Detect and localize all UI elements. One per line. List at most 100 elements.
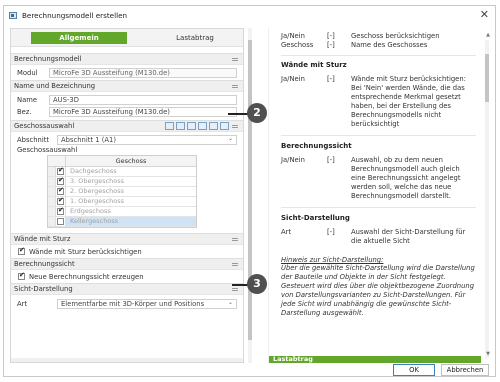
help-heading: Sicht-Darstellung (281, 214, 350, 222)
help-key: Ja/Nein (281, 75, 305, 83)
help-unit: [-] (327, 156, 335, 164)
tab-lastabtrag[interactable]: Lastabtrag (155, 32, 235, 44)
help-key: Ja/Nein (281, 156, 305, 164)
sicht-check-row[interactable]: Neue Berechnungssicht erzeugen (11, 270, 243, 283)
section-label: Berechnungssicht (14, 260, 75, 268)
help-heading: Wände mit Sturz (281, 61, 347, 69)
collapse-icon[interactable] (232, 58, 238, 61)
chevron-down-icon[interactable]: ⌄ (228, 135, 233, 142)
section-label: Sicht-Darstellung (14, 285, 73, 293)
name-label: Name (17, 95, 38, 104)
scroll-thumb[interactable] (485, 54, 489, 102)
section-sicht[interactable]: Berechnungssicht (11, 258, 243, 270)
table-row[interactable]: 1. Obergeschoss (48, 196, 196, 207)
abschnitt-label: Abschnitt (17, 135, 50, 144)
dialog-window: Berechnungsmodell erstellen ✕ Allgemein … (3, 5, 496, 377)
section-label: Geschossauswahl (14, 122, 75, 130)
check-cell (56, 166, 66, 176)
row-header-cell[interactable] (48, 187, 56, 196)
tab-allgemein[interactable]: Allgemein (31, 31, 127, 44)
collapse-icon[interactable] (232, 263, 238, 266)
chevron-down-icon[interactable]: ⌄ (228, 299, 233, 306)
table-row[interactable]: 2. Obergeschoss (48, 186, 196, 197)
row-checkbox[interactable] (57, 206, 64, 215)
check-cell (56, 176, 66, 186)
collapse-icon[interactable] (232, 288, 238, 291)
table-edit-icon[interactable] (209, 122, 218, 130)
row-header-cell[interactable] (48, 167, 56, 176)
cancel-button[interactable]: Abbrechen (441, 364, 489, 376)
row-header-cell[interactable] (48, 207, 56, 216)
row-header-cell[interactable] (48, 217, 56, 226)
table-row[interactable]: 3. Obergeschoss (48, 176, 196, 187)
sicht-checkbox[interactable] (18, 271, 25, 280)
bar-label: Lastabtrag (273, 355, 313, 363)
hint-title: Hinweis zur Sicht-Darstellung: (281, 256, 384, 264)
select-all-icon[interactable] (165, 122, 174, 130)
divider (281, 55, 476, 56)
collapse-icon[interactable] (232, 85, 238, 88)
check-cell (56, 196, 66, 206)
row-checkbox[interactable] (57, 186, 64, 195)
help-desc: Wände mit Sturz berücksichtigen: Bei 'Ne… (351, 75, 466, 128)
name-input[interactable]: AUS-3D (49, 94, 237, 105)
geschossauswahl-label: Geschossauswahl (17, 146, 78, 154)
help-heading: Berechnungssicht (281, 142, 352, 150)
close-icon[interactable]: ✕ (480, 8, 489, 22)
help-desc: Auswahl, ob zu dem neuen Berechnungsmode… (351, 156, 461, 200)
waende-checkbox[interactable] (18, 246, 25, 255)
panel-scrollbar[interactable] (248, 28, 252, 363)
row-header-cell[interactable] (48, 177, 56, 186)
geschoss-cell: 2. Obergeschoss (70, 187, 125, 195)
section-darstellung[interactable]: Sicht-Darstellung (11, 283, 243, 295)
check-cell (56, 206, 66, 216)
scroll-up-icon[interactable]: ▲ (486, 32, 490, 38)
table-row[interactable]: Erdgeschoss (48, 206, 196, 217)
help-scrollbar[interactable] (485, 40, 489, 358)
check-cell (56, 217, 66, 226)
deselect-all-icon[interactable] (176, 122, 185, 130)
table-add-icon[interactable] (198, 122, 207, 130)
abschnitt-select[interactable]: Abschnitt 1 (A1) (57, 134, 237, 145)
horizontal-scrollbar[interactable] (11, 358, 243, 362)
check-cell (56, 186, 66, 196)
title-bar: Berechnungsmodell erstellen ✕ (4, 6, 495, 24)
help-key: Geschoss (281, 41, 314, 49)
table-remove-icon[interactable] (220, 122, 229, 130)
row-checkbox[interactable] (57, 196, 64, 205)
help-row: Art [-] Auswahl der Sicht-Darstellung fü… (281, 228, 476, 246)
tab-bar: Allgemein Lastabtrag (11, 29, 243, 47)
row-checkbox[interactable] (57, 166, 64, 175)
waende-check-label: Wände mit Sturz berücksichtigen (29, 247, 142, 256)
scroll-thumb[interactable] (248, 40, 252, 340)
row-checkbox[interactable] (57, 218, 64, 225)
table-icon[interactable] (187, 122, 196, 130)
collapse-icon[interactable] (232, 238, 238, 241)
name-row: Name AUS-3D (11, 94, 243, 105)
section-name[interactable]: Name und Bezeichnung (11, 80, 243, 92)
grid-toolbar (165, 122, 229, 130)
section-berechnungsmodell[interactable]: Berechnungsmodell (11, 53, 243, 65)
modul-row: Modul MicroFe 3D Aussteifung (M130.de) (11, 67, 243, 78)
table-row[interactable]: Kellergeschoss (48, 217, 196, 227)
ok-button[interactable]: OK (393, 364, 435, 376)
bez-input[interactable]: MicroFe 3D Aussteifung (M130.de) (49, 106, 237, 117)
art-select[interactable]: Elementfarbe mit 3D-Körper und Positions (57, 298, 237, 309)
help-panel: Ja/Nein [-] Geschoss berücksichtigen Ges… (268, 28, 492, 363)
row-checkbox[interactable] (57, 176, 64, 185)
section-waende[interactable]: Wände mit Sturz (11, 233, 243, 245)
scroll-down-icon[interactable]: ▼ (486, 351, 490, 357)
help-row: Geschoss [-] Name des Geschosses (281, 41, 476, 50)
section-geschossauswahl[interactable]: Geschossauswahl (11, 120, 243, 132)
geschoss-table: Geschoss Dachgeschoss 3. Obergeschoss 2. O… (47, 155, 197, 228)
help-unit: [-] (327, 32, 335, 40)
row-header-cell[interactable] (48, 197, 56, 206)
waende-check-row[interactable]: Wände mit Sturz berücksichtigen (11, 245, 243, 258)
bez-row: Bez. MicroFe 3D Aussteifung (M130.de) (11, 106, 243, 117)
abschnitt-row: Abschnitt Abschnitt 1 (A1) ⌄ (11, 134, 243, 145)
lastabtrag-help-bar: Lastabtrag (269, 356, 481, 363)
collapse-icon[interactable] (232, 125, 238, 128)
help-desc: Name des Geschosses (351, 41, 428, 49)
table-header: Geschoss (48, 156, 196, 167)
table-row[interactable]: Dachgeschoss (48, 166, 196, 177)
